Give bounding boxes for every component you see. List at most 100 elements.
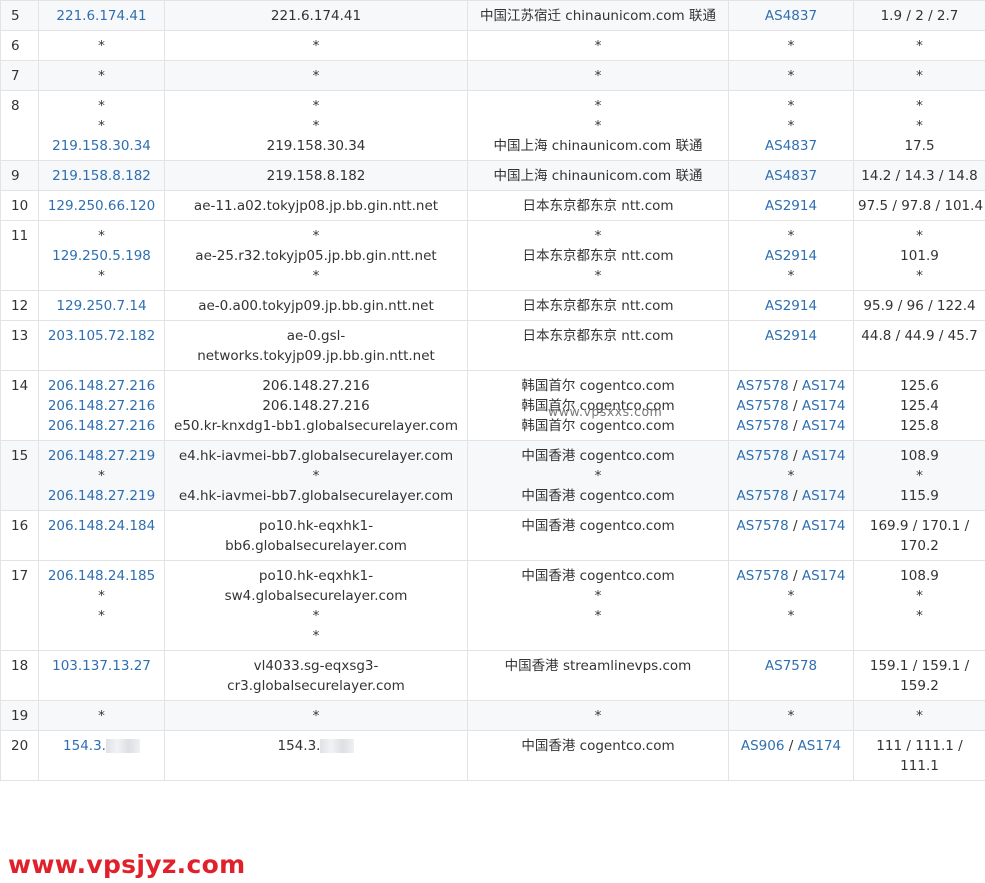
timeout-star: * [312,628,320,644]
rtt-cell: 108.9 * 115.9 [853,440,985,511]
ip-link[interactable]: 206.148.27.219 [43,486,160,506]
asn-link[interactable]: AS7578 [765,658,817,674]
asn-line: AS2914 [733,296,849,316]
table-row: 10 129.250.66.120 ae-11.a02.tokyjp08.jp.bb… [0,190,985,221]
timeout-star: * [594,98,602,114]
rtt-cell: * [853,30,985,61]
latency-value: 108.9 [900,448,939,464]
ip-link[interactable]: 206.148.24.185 [43,566,160,586]
hop-cell: 5 [0,0,39,31]
ip-link[interactable]: 129.250.66.120 [43,196,160,216]
ip-link[interactable]: 206.148.24.184 [43,516,160,536]
timeout-star: * [916,98,923,114]
latency-value: 159.1 / 159.1 / [869,658,970,674]
location-text: 日本东京都东京 ntt.com [522,328,674,344]
table-row: 9 219.158.8.182 219.158.8.182 中国上海 chinauni… [0,160,985,191]
hostname: vl4033.sg-eqxsg3- [253,658,379,674]
hop-number: 13 [11,328,29,344]
ip-link[interactable]: 206.148.27.216 [43,396,160,416]
location-text: 中国香港 cogentco.com [521,448,675,464]
table-row: 20 154.3. 154.3. 中国香港 cogentco.com AS906 / A… [0,730,985,781]
ip-link[interactable]: 221.6.174.41 [43,6,160,26]
asn-cell: AS7578 / AS174 * AS7578 / AS174 [728,440,854,511]
location-text: 中国上海 chinaunicom.com 联通 [493,168,703,184]
asn-link[interactable]: AS7578 [737,568,789,584]
asn-link[interactable]: AS4837 [765,168,817,184]
host-cell: * [164,30,468,61]
asn-link[interactable]: AS2914 [765,298,817,314]
ip-link[interactable]: 154.3. [43,736,160,756]
asn-link[interactable]: AS2914 [765,198,817,214]
timeout-star: * [98,118,105,134]
asn-link[interactable]: AS174 [802,568,846,584]
asn-link[interactable]: AS4837 [765,8,817,24]
timeout-star: * [312,268,320,284]
asn-link[interactable]: AS2914 [765,328,817,344]
hostname: e4.hk-iavmei-bb7.globalsecurelayer.com [178,488,454,504]
asn-line: * [733,36,849,56]
ip-cell: * 129.250.5.198 * [38,220,165,291]
timeout-star: * [312,98,320,114]
timeout-star: * [787,118,795,134]
asn-link[interactable]: AS174 [802,418,846,434]
asn-link[interactable]: AS174 [802,518,846,534]
table-row: 14 206.148.27.216 206.148.27.216 206.148.27… [0,370,985,441]
asn-link[interactable]: AS7578 [737,488,789,504]
rtt-cell: 108.9 * * [853,560,985,651]
timeout-star: * [594,608,602,624]
latency-value: 111.1 [900,758,939,774]
ip-link[interactable]: 203.105.72.182 [43,326,160,346]
rtt-cell: 169.9 / 170.1 / 170.2 [853,510,985,561]
latency-value: 125.8 [900,418,939,434]
hop-number: 19 [11,708,29,724]
ip-cell: 221.6.174.41 [38,0,165,31]
asn-cell: * [728,30,854,61]
location-cell: 中国香港 cogentco.com * 中国香港 cogentco.com [467,440,729,511]
ip-link[interactable]: 206.148.27.219 [43,446,160,466]
redaction-mask [105,739,140,753]
asn-separator: / [788,448,802,464]
timeout-star: * [787,68,795,84]
hop-cell: 19 [0,700,39,731]
table-row: 6 * * * * * [0,30,985,61]
location-text: 中国香港 streamlinevps.com [504,658,692,674]
ip-cell: 219.158.8.182 [38,160,165,191]
asn-cell: AS4837 [728,0,854,31]
ip-link[interactable]: 206.148.27.216 [43,416,160,436]
ip-link[interactable]: 103.137.13.27 [43,656,160,676]
hostname: 219.158.30.34 [266,138,366,154]
asn-link[interactable]: AS174 [802,378,846,394]
asn-link[interactable]: AS7578 [737,448,789,464]
ip-cell: 206.148.24.185 * * [38,560,165,651]
ip-link[interactable]: 129.250.5.198 [43,246,160,266]
asn-link[interactable]: AS2914 [765,248,817,264]
asn-link[interactable]: AS7578 [737,378,789,394]
asn-line: AS7578 / AS174 [733,566,849,586]
rtt-cell: 111 / 111.1 / 111.1 [853,730,985,781]
asn-link[interactable]: AS174 [802,448,846,464]
asn-link[interactable]: AS7578 [737,418,789,434]
timeout-star: * [787,38,795,54]
hop-cell: 14 [0,370,39,441]
asn-link[interactable]: AS7578 [737,398,789,414]
asn-link[interactable]: AS906 [741,738,785,754]
table-row: 13 203.105.72.182 ae-0.gsl-networks.tokyjp… [0,320,985,371]
asn-link[interactable]: AS174 [798,738,842,754]
ip-link[interactable]: 219.158.30.34 [43,136,160,156]
hop-number: 9 [11,168,20,184]
ip-link[interactable]: 219.158.8.182 [43,166,160,186]
asn-line: * [733,586,849,606]
asn-link[interactable]: AS7578 [737,518,789,534]
timeout-star: * [594,708,602,724]
asn-cell: * [728,700,854,731]
asn-link[interactable]: AS174 [802,488,846,504]
ip-link[interactable]: 129.250.7.14 [43,296,160,316]
asn-link[interactable]: AS4837 [765,138,817,154]
asn-link[interactable]: AS174 [802,398,846,414]
ip-cell: 154.3. [38,730,165,781]
location-cell: 中国香港 cogentco.com * * [467,560,729,651]
ip-link[interactable]: 206.148.27.216 [43,376,160,396]
hostname: cr3.globalsecurelayer.com [227,678,405,694]
location-text: 中国上海 chinaunicom.com 联通 [493,138,703,154]
hop-cell: 7 [0,60,39,91]
